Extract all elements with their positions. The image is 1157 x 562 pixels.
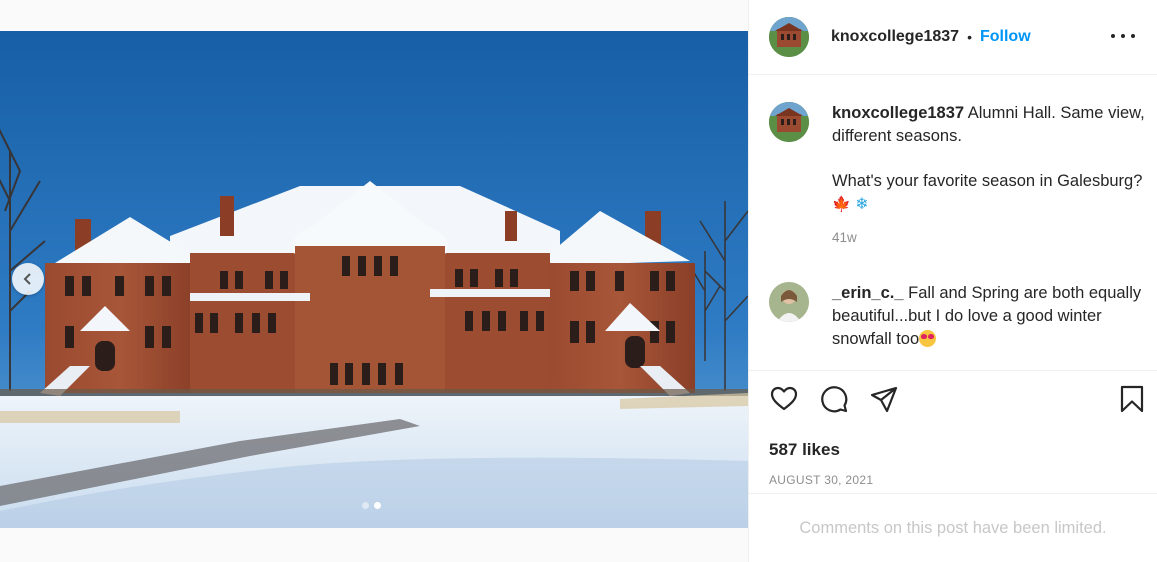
share-button[interactable]	[869, 384, 899, 414]
like-count[interactable]: 587 likes	[769, 440, 840, 460]
alumni-hall-image	[0, 31, 748, 528]
post-side-panel: knoxcollege1837 • Follow knoxcollege1837	[748, 0, 1157, 562]
paper-plane-icon	[870, 386, 898, 413]
post-photo	[0, 31, 748, 528]
like-button[interactable]	[769, 384, 799, 414]
comments-section: knoxcollege1837 Alumni Hall. Same view, …	[749, 76, 1157, 371]
caption-timestamp[interactable]: 41w	[832, 230, 1145, 245]
carousel-dot	[362, 502, 369, 509]
chevron-left-icon	[23, 273, 31, 285]
post-media	[0, 0, 748, 562]
carousel-indicator	[362, 502, 381, 509]
erin-avatar-image	[769, 282, 809, 322]
heart-icon	[770, 386, 798, 411]
maple-leaf-icon: 🍁	[832, 196, 851, 213]
more-options-button[interactable]	[1111, 26, 1135, 46]
comment-bubble-icon	[821, 386, 848, 413]
comment-button[interactable]	[819, 384, 849, 414]
save-button[interactable]	[1117, 384, 1147, 414]
bookmark-icon	[1120, 385, 1144, 413]
more-dot	[1131, 34, 1135, 38]
post-date[interactable]: AUGUST 30, 2021	[769, 473, 873, 487]
knox-avatar-image	[769, 102, 809, 142]
caption-text: knoxcollege1837 Alumni Hall. Same view, …	[832, 102, 1145, 216]
post-header: knoxcollege1837 • Follow	[749, 0, 1157, 75]
comment-text: _erin_c._ Fall and Spring are both equal…	[832, 282, 1145, 351]
avatar[interactable]	[769, 282, 809, 322]
follow-button[interactable]: Follow	[980, 28, 1031, 46]
comment-item: _erin_c._ Fall and Spring are both equal…	[769, 282, 1145, 351]
caption: knoxcollege1837 Alumni Hall. Same view, …	[769, 102, 1145, 245]
more-horizontal-icon	[1111, 34, 1115, 38]
snowflake-icon: ❄	[855, 196, 869, 213]
action-bar	[769, 384, 1145, 418]
knox-avatar-image	[769, 17, 809, 57]
avatar[interactable]	[769, 102, 809, 142]
comments-limited-notice: Comments on this post have been limited.	[749, 493, 1157, 562]
caption-line-2: What's your favorite season in Galesburg…	[832, 172, 1143, 190]
carousel-prev-button[interactable]	[12, 263, 44, 295]
comment-username[interactable]: _erin_c._	[832, 284, 904, 302]
avatar[interactable]	[769, 17, 809, 57]
carousel-dot-active	[374, 502, 381, 509]
caption-username[interactable]: knoxcollege1837	[832, 104, 964, 122]
post-author-username[interactable]: knoxcollege1837	[831, 28, 959, 46]
more-dot	[1121, 34, 1125, 38]
separator-dot: •	[967, 29, 972, 45]
heart-eyes-icon	[919, 330, 937, 347]
